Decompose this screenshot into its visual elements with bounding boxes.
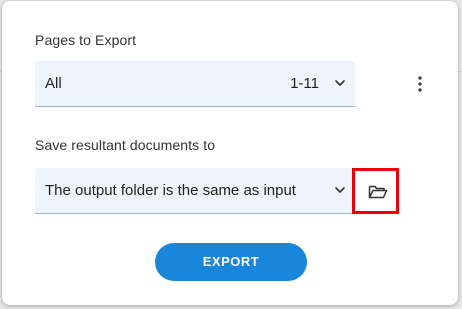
pages-to-export-label: Pages to Export [35,32,137,48]
folder-open-icon [368,185,388,199]
browse-folder-button[interactable] [352,168,399,214]
export-dialog: Pages to Export All 1-11 Save resultant … [2,1,458,305]
chevron-down-icon [335,187,345,193]
chevron-down-icon [335,80,345,86]
pages-range: 1-11 [290,75,319,92]
export-button[interactable]: EXPORT [155,243,307,281]
output-folder-select[interactable]: The output folder is the same as input [35,168,355,214]
save-to-label: Save resultant documents to [35,137,216,153]
output-folder-value: The output folder is the same as input [45,182,296,199]
pages-select-value: All [45,75,62,92]
more-vertical-icon[interactable] [411,74,429,94]
pages-select[interactable]: All 1-11 [35,61,355,107]
